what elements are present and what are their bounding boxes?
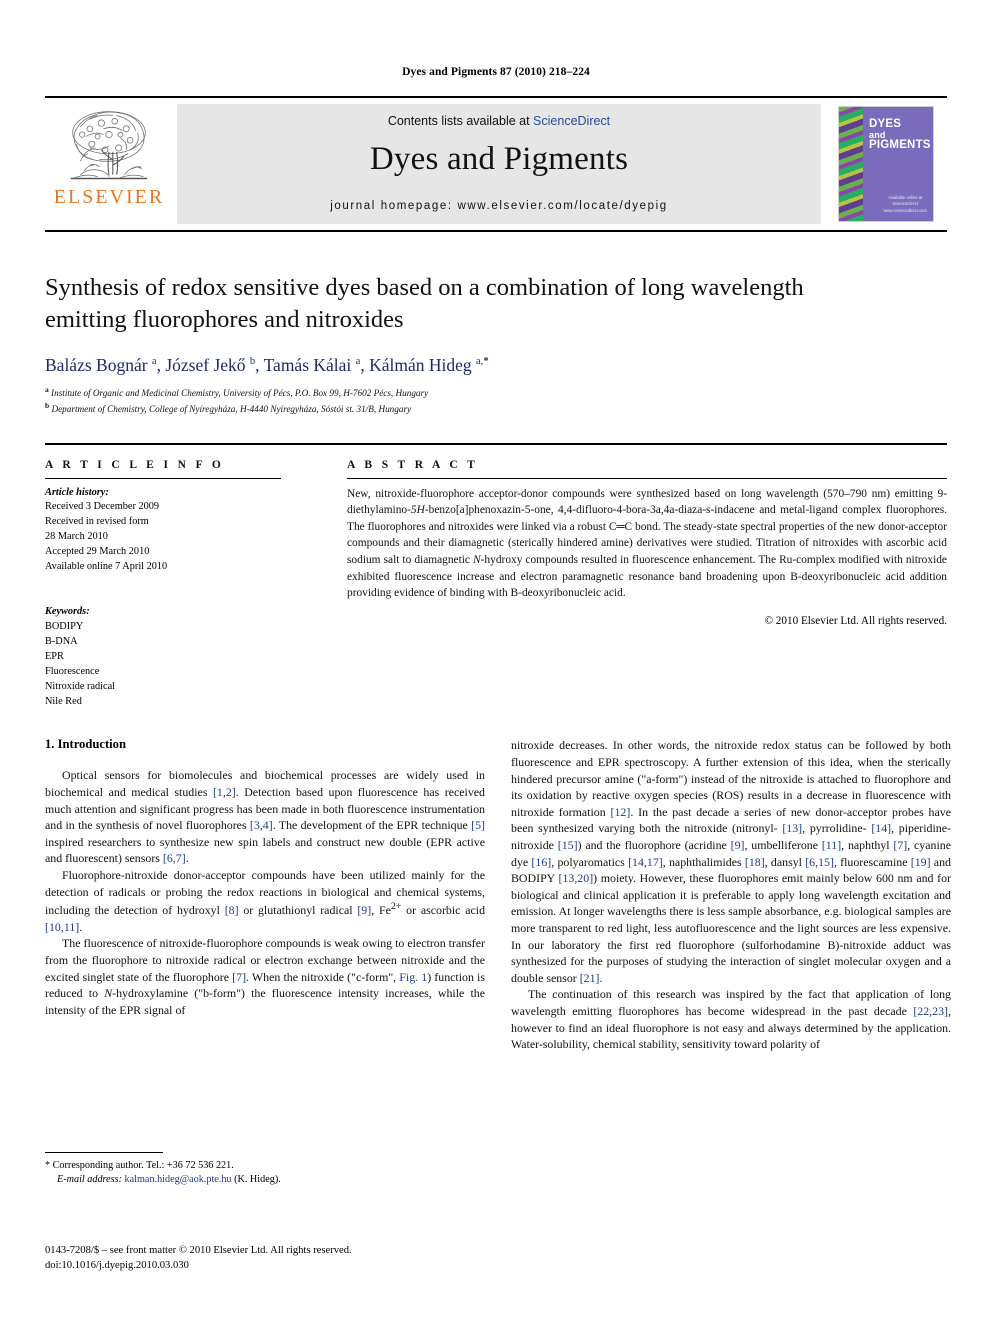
history-revised: Received in revised form xyxy=(45,516,149,528)
info-abstract-section: A R T I C L E I N F O Article history: R… xyxy=(45,442,947,710)
cover-title: DYES and PIGMENTS xyxy=(869,118,931,152)
journal-cover-thumbnail: DYES and PIGMENTS Available online at Sc… xyxy=(838,106,934,222)
cover-title-line3: PIGMENTS xyxy=(869,138,931,151)
history-online: Available online 7 April 2010 xyxy=(45,561,168,573)
affiliation-a: a Institute of Organic and Medicinal Che… xyxy=(45,385,947,400)
keyword-item: Nile Red xyxy=(45,695,82,707)
cover-foot-line3: www.sciencedirect.com xyxy=(883,207,927,213)
cover-title-line1: DYES xyxy=(869,118,902,130)
body-columns: 1. Introduction Optical sensors for biom… xyxy=(45,737,951,1207)
keyword-item: B-DNA xyxy=(45,635,78,647)
cover-art-strip xyxy=(839,107,863,221)
history-revised-date: 28 March 2010 xyxy=(45,531,108,543)
journal-homepage-link[interactable]: journal homepage: www.elsevier.com/locat… xyxy=(330,200,668,212)
journal-title: Dyes and Pigments xyxy=(369,141,629,177)
corresponding-author-note: * Corresponding author. Tel.: +36 72 536… xyxy=(45,1160,234,1171)
keywords-label: Keywords: xyxy=(45,606,90,618)
keywords-block: Keywords: BODIPY B-DNA EPR Fluorescence … xyxy=(45,605,315,709)
article-info-column: A R T I C L E I N F O Article history: R… xyxy=(45,459,315,710)
affiliation-marker-a: a xyxy=(45,384,49,394)
affiliation-b: b Department of Chemistry, College of Ny… xyxy=(45,401,947,416)
abstract-heading: A B S T R A C T xyxy=(347,458,479,471)
intro-paragraph-2: Fluorophore-nitroxide donor-acceptor com… xyxy=(45,868,486,934)
footnote-divider xyxy=(45,1152,163,1153)
affiliation-a-text: Institute of Organic and Medicinal Chemi… xyxy=(51,387,429,398)
history-accepted: Accepted 29 March 2010 xyxy=(45,546,150,558)
intro-paragraph-5: The continuation of this research was in… xyxy=(511,987,951,1052)
contents-prefix: Contents lists available at xyxy=(387,114,534,128)
journal-masthead: ELSEVIER Contents lists available at Sci… xyxy=(45,96,947,232)
affiliation-marker-b: b xyxy=(45,401,50,411)
intro-paragraph-1: Optical sensors for biomolecules and bio… xyxy=(45,768,485,866)
cover-sciencedirect-mark: Available online at ScienceDirect www.sc… xyxy=(883,195,927,214)
author-list: Balázs Bognár a, József Jekő b, Tamás Ká… xyxy=(45,354,489,375)
contents-available-line: Contents lists available at ScienceDirec… xyxy=(388,114,610,128)
running-head: Dyes and Pigments 87 (2010) 218–224 xyxy=(402,66,590,78)
email-link[interactable]: kalman.hideg@aok.pte.hu xyxy=(125,1174,232,1185)
article-info-heading: A R T I C L E I N F O xyxy=(45,458,225,471)
title-block: Synthesis of redox sensitive dyes based … xyxy=(45,272,947,417)
publisher-logo: ELSEVIER xyxy=(45,98,173,230)
email-note: E-mail address: kalman.hideg@aok.pte.hu … xyxy=(45,1173,485,1187)
doi-line: doi:10.1016/j.dyepig.2010.03.030 xyxy=(45,1260,189,1272)
intro-paragraph-4: nitroxide decreases. In other words, the… xyxy=(511,738,952,985)
sciencedirect-link[interactable]: ScienceDirect xyxy=(533,114,610,128)
body-column-left: 1. Introduction Optical sensors for biom… xyxy=(45,737,485,1207)
affiliation-b-text: Department of Chemistry, College of Nyír… xyxy=(51,404,412,415)
body-column-right: nitroxide decreases. In other words, the… xyxy=(511,737,951,1207)
imprint-block: 0143-7208/$ – see front matter © 2010 El… xyxy=(45,1243,515,1274)
issn-front-matter: 0143-7208/$ – see front matter © 2010 El… xyxy=(45,1245,352,1256)
article-info-divider xyxy=(45,477,281,479)
abstract-divider xyxy=(347,477,947,479)
email-label: E-mail address: xyxy=(57,1174,122,1186)
keyword-item: EPR xyxy=(45,650,64,662)
email-owner: (K. Hideg). xyxy=(231,1174,281,1186)
abstract-column: A B S T R A C T New, nitroxide-fluoropho… xyxy=(315,459,947,710)
section-heading-introduction: 1. Introduction xyxy=(45,737,126,752)
page-title: Synthesis of redox sensitive dyes based … xyxy=(45,274,804,333)
intro-paragraph-3: The fluorescence of nitroxide-fluorophor… xyxy=(45,936,485,1017)
elsevier-tree-icon xyxy=(70,111,148,180)
keyword-item: BODIPY xyxy=(45,620,84,632)
abstract-copyright: © 2010 Elsevier Ltd. All rights reserved… xyxy=(764,614,948,627)
journal-banner: Contents lists available at ScienceDirec… xyxy=(177,104,821,224)
abstract-text: New, nitroxide-fluorophore acceptor-dono… xyxy=(347,487,947,600)
article-history-label: Article history: xyxy=(45,486,109,498)
journal-cover-area: DYES and PIGMENTS Available online at Sc… xyxy=(825,98,947,230)
footnote-block: * Corresponding author. Tel.: +36 72 536… xyxy=(45,1152,485,1188)
keyword-item: Nitroxide radical xyxy=(45,680,116,692)
history-received: Received 3 December 2009 xyxy=(45,501,160,513)
elsevier-wordmark: ELSEVIER xyxy=(53,186,165,208)
article-page: Dyes and Pigments 87 (2010) 218–224 ELSE… xyxy=(0,0,992,1323)
keyword-item: Fluorescence xyxy=(45,665,100,677)
